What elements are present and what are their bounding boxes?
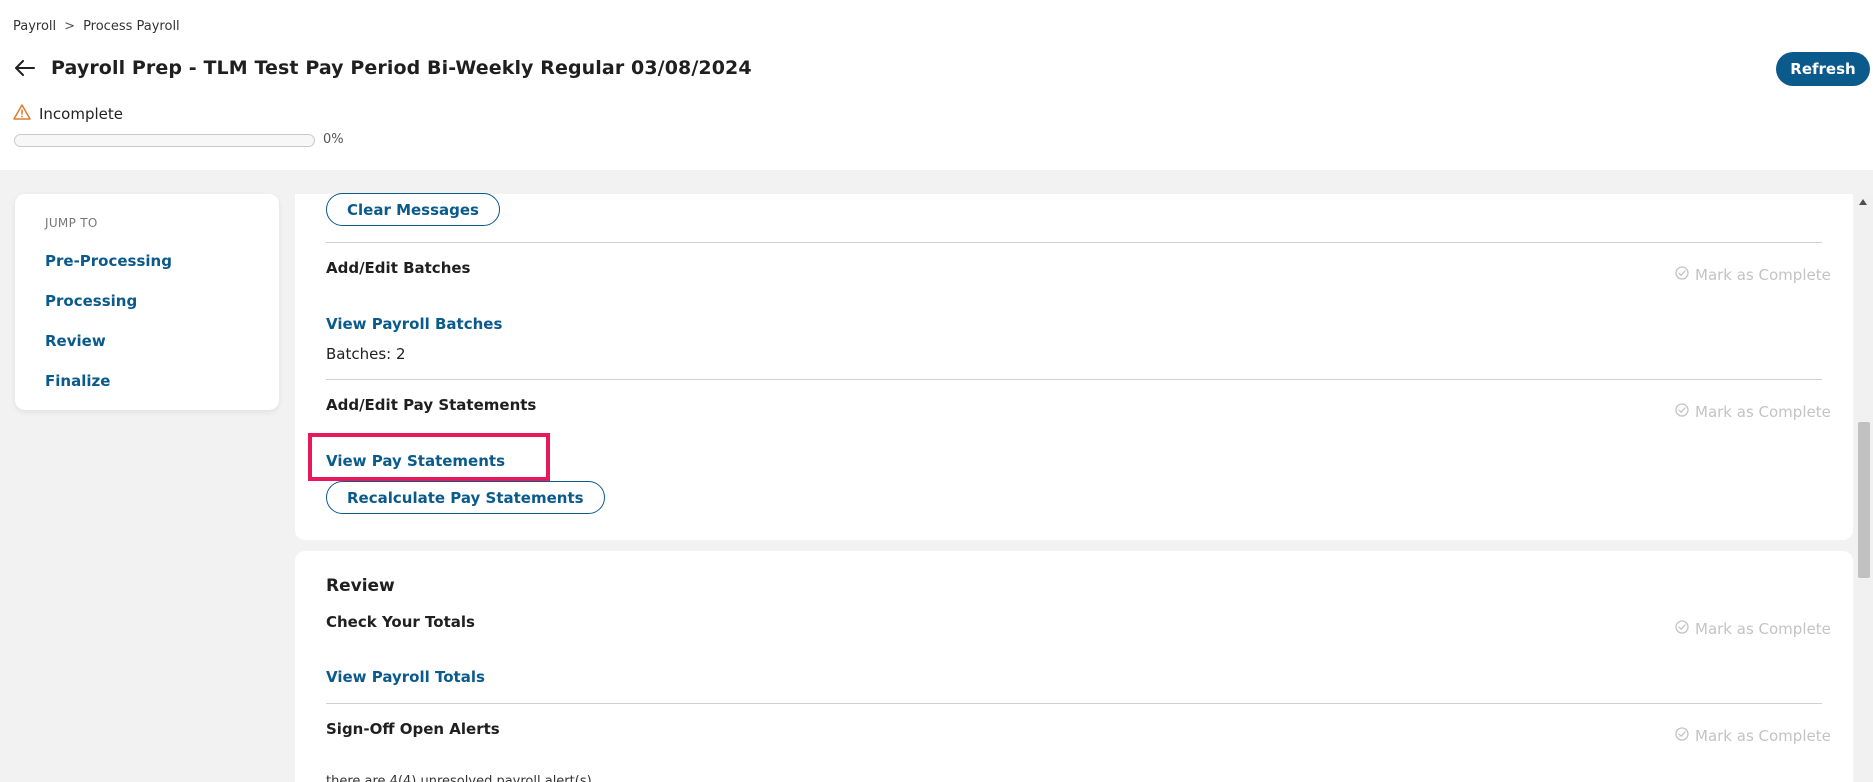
back-arrow-icon[interactable] <box>13 56 37 80</box>
sign-off-open-alerts-title: Sign-Off Open Alerts <box>326 720 500 738</box>
jump-to-review[interactable]: Review <box>45 332 106 350</box>
mark-complete-label: Mark as Complete <box>1695 727 1831 745</box>
view-payroll-totals-link[interactable]: View Payroll Totals <box>326 668 485 686</box>
view-payroll-batches-link[interactable]: View Payroll Batches <box>326 315 502 333</box>
progress-percent: 0% <box>323 132 344 147</box>
jump-to-label: JUMP TO <box>45 216 98 230</box>
jump-to-finalize[interactable]: Finalize <box>45 372 110 390</box>
page-header: Payroll > Process Payroll Payroll Prep -… <box>0 0 1873 170</box>
breadcrumb-separator: > <box>64 19 76 34</box>
jump-to-panel: JUMP TO Pre-Processing Processing Review… <box>15 194 279 410</box>
view-pay-statements-link[interactable]: View Pay Statements <box>326 452 505 470</box>
vertical-scrollbar[interactable] <box>1855 194 1873 782</box>
title-row: Payroll Prep - TLM Test Pay Period Bi-We… <box>13 56 752 80</box>
breadcrumb: Payroll > Process Payroll <box>13 19 180 34</box>
mark-complete-label: Mark as Complete <box>1695 403 1831 421</box>
check-circle-icon <box>1675 727 1689 745</box>
refresh-button[interactable]: Refresh <box>1776 52 1870 86</box>
mark-complete-label: Mark as Complete <box>1695 266 1831 284</box>
pay-statements-mark-complete[interactable]: Mark as Complete <box>1675 403 1831 421</box>
alerts-mark-complete[interactable]: Mark as Complete <box>1675 727 1831 745</box>
check-circle-icon <box>1675 266 1689 284</box>
add-edit-batches-title: Add/Edit Batches <box>326 259 471 277</box>
status-text: Incomplete <box>39 105 123 123</box>
review-section-card <box>295 551 1853 782</box>
status-row: Incomplete <box>13 104 123 124</box>
jump-to-processing[interactable]: Processing <box>45 292 137 310</box>
warning-icon <box>13 104 31 124</box>
page-title: Payroll Prep - TLM Test Pay Period Bi-We… <box>51 57 752 79</box>
progress-bar <box>14 134 315 147</box>
scroll-thumb[interactable] <box>1858 422 1870 578</box>
open-alerts-info: there are 4(4) unresolved payroll alert(… <box>326 774 592 782</box>
add-edit-pay-statements-title: Add/Edit Pay Statements <box>326 396 537 414</box>
clear-messages-button[interactable]: Clear Messages <box>326 193 500 226</box>
review-section-title: Review <box>326 576 395 596</box>
check-circle-icon <box>1675 620 1689 638</box>
divider <box>326 379 1822 380</box>
jump-to-pre-processing[interactable]: Pre-Processing <box>45 252 172 270</box>
mark-complete-label: Mark as Complete <box>1695 620 1831 638</box>
totals-mark-complete[interactable]: Mark as Complete <box>1675 620 1831 638</box>
breadcrumb-process-payroll: Process Payroll <box>83 19 180 34</box>
batches-count: Batches: 2 <box>326 345 406 363</box>
batches-mark-complete[interactable]: Mark as Complete <box>1675 266 1831 284</box>
divider <box>326 242 1822 243</box>
check-your-totals-title: Check Your Totals <box>326 613 475 631</box>
recalculate-pay-statements-button[interactable]: Recalculate Pay Statements <box>326 481 605 514</box>
check-circle-icon <box>1675 403 1689 421</box>
scroll-up-arrow-icon[interactable] <box>1859 199 1867 205</box>
divider <box>326 703 1822 704</box>
breadcrumb-payroll[interactable]: Payroll <box>13 19 56 34</box>
